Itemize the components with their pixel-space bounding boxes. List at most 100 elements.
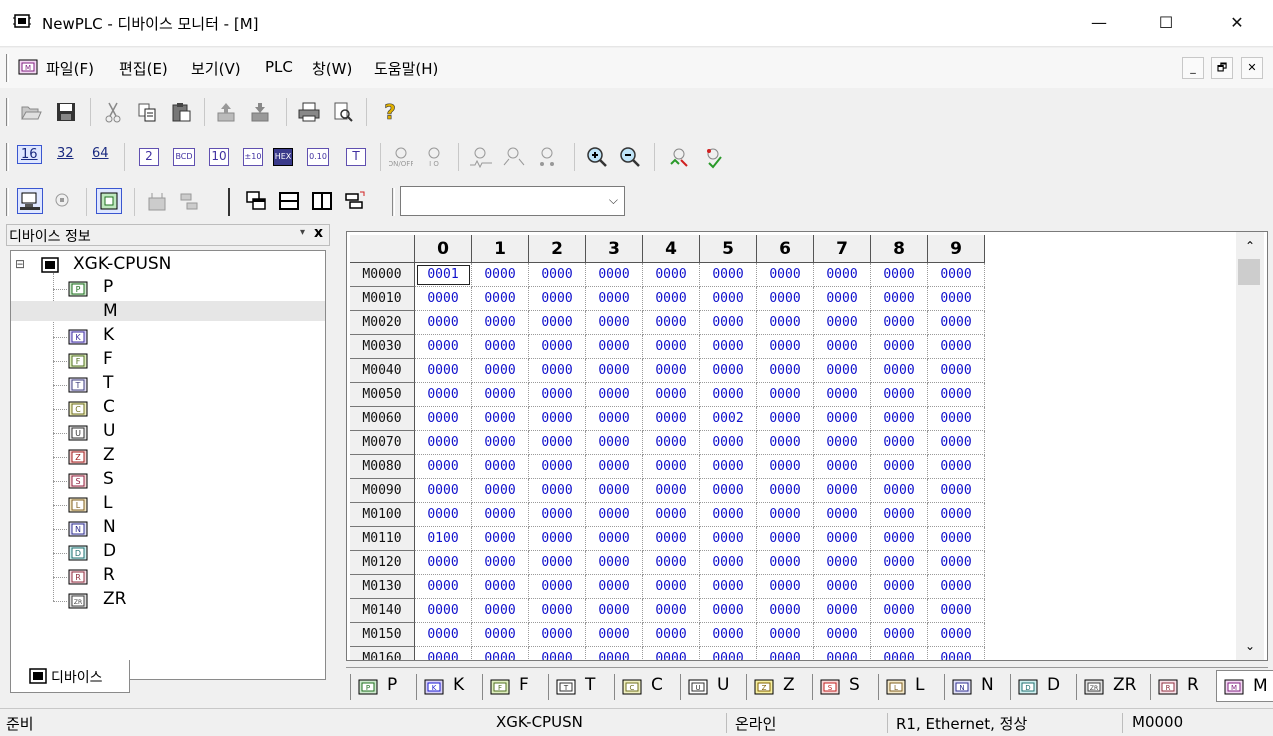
chevron-down-icon[interactable]: ⌵ [609, 193, 618, 208]
grid-cell[interactable]: 0000 [643, 479, 700, 503]
tree-item-z[interactable]: Z [99, 445, 119, 465]
grid-cell[interactable]: 0000 [643, 335, 700, 359]
grid-cell[interactable]: 0000 [472, 623, 529, 647]
grid-cell[interactable]: 0000 [757, 311, 814, 335]
grid-cell[interactable]: 0000 [643, 623, 700, 647]
grid-cell[interactable]: 0000 [757, 527, 814, 551]
tree-item-d[interactable]: D [99, 541, 120, 561]
device-tab-k[interactable]: KK [416, 674, 482, 700]
grid-cell[interactable]: 0000 [871, 575, 928, 599]
grid-cell[interactable]: 0000 [700, 503, 757, 527]
format-button-5[interactable]: 0.10 [305, 144, 331, 170]
grid-cell[interactable]: 0000 [472, 311, 529, 335]
mdi-restore-button[interactable]: 🗗 [1211, 57, 1233, 79]
grid-cell[interactable]: 0000 [814, 647, 871, 660]
grid-cell[interactable]: 0000 [529, 623, 586, 647]
grid-cell[interactable]: 0000 [415, 503, 472, 527]
grid-cell[interactable]: 0000 [700, 551, 757, 575]
grid-cell[interactable]: 0000 [700, 479, 757, 503]
grid-cell[interactable]: 0000 [472, 359, 529, 383]
tree-item-zr[interactable]: ZR [99, 589, 130, 609]
grid-cell[interactable]: 0000 [586, 575, 643, 599]
device-tab-r[interactable]: RR [1150, 674, 1216, 700]
grid-cell[interactable]: 0000 [871, 383, 928, 407]
menu-view[interactable]: 보기(V) [191, 58, 241, 79]
grid-cell[interactable]: 0000 [643, 311, 700, 335]
grid-cell[interactable]: 0000 [757, 551, 814, 575]
grid-cell[interactable]: 0000 [700, 263, 757, 287]
zoom-in-icon[interactable] [584, 144, 610, 170]
upload-icon[interactable] [214, 99, 240, 125]
grid-cell[interactable]: 0000 [700, 383, 757, 407]
grid-cell[interactable]: 0000 [757, 407, 814, 431]
grid-cell[interactable]: 0000 [529, 647, 586, 660]
scroll-down-icon[interactable]: ⌄ [1236, 634, 1264, 658]
grid-cell[interactable]: 0000 [415, 359, 472, 383]
grid-cell[interactable]: 0000 [814, 311, 871, 335]
device-tab-n[interactable]: NN [944, 674, 1010, 700]
grid-cell[interactable]: 0000 [928, 407, 985, 431]
grid-cell[interactable]: 0000 [586, 455, 643, 479]
grid-cell[interactable]: 0000 [928, 263, 985, 287]
print-icon[interactable] [296, 99, 322, 125]
bits-32-button[interactable]: 32 [57, 146, 74, 161]
grid-cell[interactable]: 0000 [586, 383, 643, 407]
grid-cell[interactable]: 0000 [700, 575, 757, 599]
format-button-3[interactable]: ±10 [240, 144, 266, 170]
grid-cell[interactable]: 0000 [529, 431, 586, 455]
grid-cell[interactable]: 0000 [928, 479, 985, 503]
grid-cell[interactable]: 0000 [643, 455, 700, 479]
tree-item-f[interactable]: F [99, 349, 117, 369]
grid-cell[interactable]: 0000 [814, 551, 871, 575]
grid-cell[interactable]: 0000 [643, 599, 700, 623]
grid-cell[interactable]: 0000 [871, 263, 928, 287]
grid-cell[interactable]: 0000 [757, 623, 814, 647]
bits-64-button[interactable]: 64 [92, 146, 109, 161]
grid-cell[interactable]: 0000 [586, 335, 643, 359]
print-preview-icon[interactable] [330, 99, 356, 125]
grid-cell[interactable]: 0000 [757, 359, 814, 383]
io-monitor-icon[interactable] [144, 188, 170, 214]
device-tab-s[interactable]: SS [812, 674, 878, 700]
grid-cell[interactable]: 0000 [814, 335, 871, 359]
grid-cell[interactable]: 0000 [643, 383, 700, 407]
grid-cell[interactable]: 0000 [415, 599, 472, 623]
grid-cell[interactable]: 0000 [529, 551, 586, 575]
grid-cell[interactable]: 0000 [529, 407, 586, 431]
tree-item-u[interactable]: U [99, 421, 119, 441]
grid-cell[interactable]: 0000 [871, 359, 928, 383]
device-tab-zr[interactable]: ZR ZR [1076, 674, 1150, 700]
arrange-icons-icon[interactable] [342, 188, 368, 214]
tree-root-label[interactable]: XGK-CPUSN [73, 254, 171, 274]
grid-cell[interactable]: 0000 [472, 503, 529, 527]
grid-cell[interactable]: 0000 [814, 263, 871, 287]
grid-cell[interactable]: 0000 [529, 479, 586, 503]
grid-cell[interactable]: 0000 [871, 623, 928, 647]
bits-16-button[interactable]: 16 [17, 145, 42, 164]
grid-cell[interactable]: 0000 [529, 335, 586, 359]
grid-cell[interactable]: 0000 [529, 527, 586, 551]
device-tab-m[interactable]: MM [1216, 670, 1273, 702]
grid-cell[interactable]: 0000 [586, 599, 643, 623]
grid-cell[interactable]: 0000 [814, 407, 871, 431]
grid-cell[interactable]: 0000 [586, 431, 643, 455]
menu-file[interactable]: 파일(F) [46, 58, 94, 79]
grid-cell[interactable]: 0000 [415, 335, 472, 359]
grid-cell[interactable]: 0000 [700, 599, 757, 623]
grid-cell[interactable]: 0000 [529, 263, 586, 287]
device-change-icon[interactable] [702, 144, 728, 170]
tree-item-k[interactable]: K [99, 325, 118, 345]
vertical-scrollbar[interactable]: ⌃ ⌄ [1236, 232, 1264, 660]
grid-cell[interactable]: 0000 [643, 551, 700, 575]
cascade-icon[interactable] [243, 188, 269, 214]
grid-cell[interactable]: 0000 [472, 455, 529, 479]
device-tab-t[interactable]: TT [548, 674, 614, 700]
grid-cell[interactable]: 0000 [871, 335, 928, 359]
tree-collapse-toggle[interactable]: ⊟ [15, 257, 25, 271]
grid-cell[interactable]: 0000 [643, 647, 700, 660]
grid-cell[interactable]: 0000 [871, 287, 928, 311]
grid-cell[interactable]: 0000 [871, 599, 928, 623]
grid-cell[interactable]: 0000 [472, 599, 529, 623]
grid-cell[interactable]: 0000 [757, 503, 814, 527]
grid-cell[interactable]: 0000 [472, 335, 529, 359]
